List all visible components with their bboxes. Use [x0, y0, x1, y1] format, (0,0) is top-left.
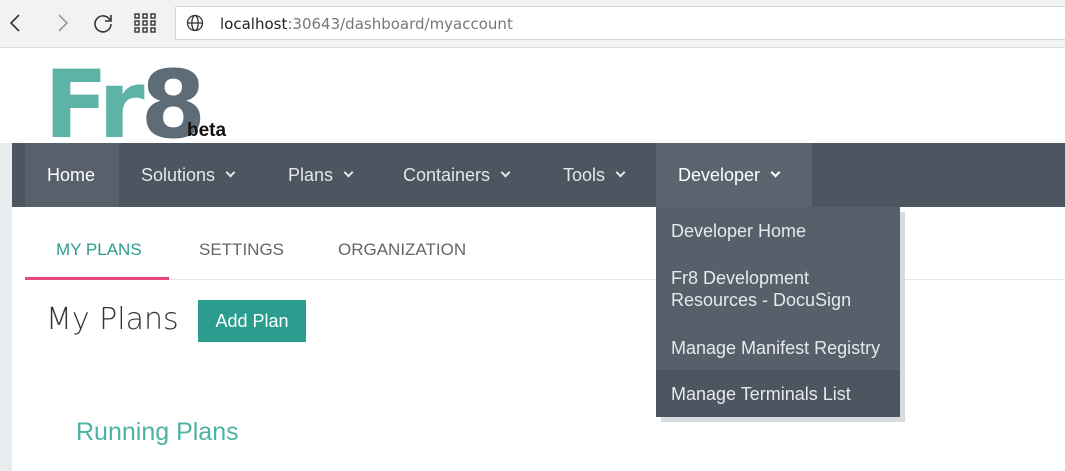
menu-item-manage-manifest-registry[interactable]: Manage Manifest Registry	[656, 337, 900, 359]
chevron-down-icon	[615, 167, 626, 178]
globe-icon	[186, 14, 204, 32]
nav-solutions-label: Solutions	[141, 164, 216, 185]
nav-developer-label: Developer	[678, 164, 761, 185]
menu-item-fr8-development-resources[interactable]: Fr8 Development Resources - DocuSign	[656, 267, 856, 311]
running-plans-heading: Running Plans	[76, 418, 239, 446]
forward-icon[interactable]	[48, 9, 76, 37]
nav-left-strip	[0, 143, 12, 207]
tab-my-plans-label: MY PLANS	[56, 240, 142, 259]
nav-home[interactable]: Home	[25, 143, 119, 207]
developer-dropdown-menu: Developer Home Fr8 Development Resources…	[656, 207, 900, 417]
chevron-down-icon	[500, 167, 511, 178]
browser-toolbar: localhost:30643/dashboard/myaccount	[0, 0, 1065, 48]
chevron-down-icon	[225, 167, 236, 178]
apps-grid-icon[interactable]	[132, 9, 160, 37]
nav-tools-label: Tools	[563, 164, 606, 185]
nav-developer[interactable]: Developer	[656, 143, 812, 207]
nav-tools[interactable]: Tools	[541, 143, 646, 207]
nav-containers[interactable]: Containers	[381, 143, 531, 207]
account-tabs: MY PLANS SETTINGS ORGANIZATION	[25, 218, 1065, 280]
chevron-down-icon	[770, 167, 781, 178]
address-bar[interactable]: localhost:30643/dashboard/myaccount	[175, 6, 1065, 40]
url-host: localhost	[220, 15, 288, 33]
url-text: localhost:30643/dashboard/myaccount	[220, 15, 513, 33]
chevron-down-icon	[343, 167, 354, 178]
logo-beta: beta	[187, 120, 227, 141]
refresh-icon[interactable]	[89, 9, 117, 37]
logo-wordmark: Fr8	[44, 56, 206, 156]
tab-organization[interactable]: ORGANIZATION	[338, 218, 466, 280]
fr8-logo[interactable]: Fr8 beta	[44, 56, 244, 156]
tab-settings-label: SETTINGS	[199, 240, 285, 259]
url-path: :30643/dashboard/myaccount	[287, 15, 513, 33]
page-title: My Plans	[46, 302, 179, 337]
tab-organization-label: ORGANIZATION	[338, 240, 467, 259]
main-navigation: Home Solutions Plans Containers Tools De…	[0, 143, 1065, 207]
tab-settings[interactable]: SETTINGS	[199, 218, 284, 280]
nav-plans[interactable]: Plans	[266, 143, 374, 207]
nav-containers-label: Containers	[403, 164, 491, 185]
tab-my-plans[interactable]: MY PLANS	[25, 218, 169, 280]
add-plan-button[interactable]: Add Plan	[198, 300, 306, 342]
nav-solutions[interactable]: Solutions	[119, 143, 256, 207]
nav-home-label: Home	[47, 164, 96, 185]
back-icon[interactable]	[2, 9, 30, 37]
nav-plans-label: Plans	[288, 164, 334, 185]
main-content: MY PLANS SETTINGS ORGANIZATION My Plans …	[25, 218, 1065, 471]
left-gutter	[0, 207, 12, 471]
menu-item-developer-home[interactable]: Developer Home	[656, 220, 900, 242]
menu-item-manage-terminals-list[interactable]: Manage Terminals List	[656, 370, 900, 417]
